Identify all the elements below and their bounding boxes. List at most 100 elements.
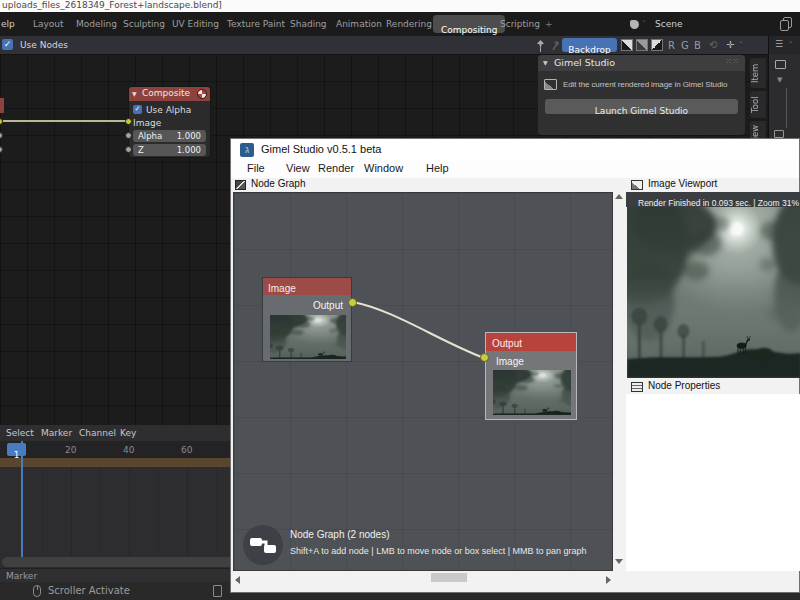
scene-droplet-icon[interactable] (630, 20, 639, 29)
gimel-menu-view[interactable]: View (286, 162, 310, 174)
channel-g-label[interactable]: G (681, 40, 689, 51)
socket-in-alpha[interactable] (125, 132, 132, 139)
filter-icon[interactable]: ☰ (775, 39, 783, 49)
image-icon-2[interactable] (636, 39, 648, 51)
gridline (216, 467, 217, 556)
gimel-menu-render[interactable]: Render (318, 162, 354, 174)
output-node-thumbnail (493, 370, 571, 415)
output-node-header[interactable]: Output (486, 333, 576, 351)
panel-grip-icon[interactable]: ⁙⁙ (726, 57, 739, 66)
node-properties-icon (631, 382, 643, 392)
hscroll-thumb[interactable] (431, 573, 467, 582)
timeline-menu-marker[interactable]: Marker (41, 428, 72, 438)
hscroll-left-arrow[interactable] (235, 576, 240, 584)
use-alpha-checkbox[interactable]: ✓ (133, 105, 142, 114)
tab-animation[interactable]: Animation (336, 19, 382, 29)
channel-b-label[interactable]: B (694, 40, 701, 51)
gimel-titlebar[interactable]: ג Gimel Studio v0.5.1 beta (231, 139, 799, 161)
gizmo-icon[interactable]: ✛ (726, 39, 734, 50)
refresh-icon[interactable]: ⟲ (709, 39, 717, 50)
pin-icon[interactable] (535, 39, 546, 52)
socket-in-image[interactable] (125, 118, 132, 125)
gridline (100, 467, 101, 556)
use-nodes-label[interactable]: Use Nodes (20, 40, 68, 50)
gimel-image-node[interactable]: Image Output (262, 277, 352, 362)
file-icon (213, 585, 222, 597)
playhead-line[interactable] (21, 441, 23, 557)
outliner-region: ☰ ˅ ▼ (768, 36, 800, 140)
image-node-output-socket[interactable] (348, 298, 357, 307)
render-layers-node-sliver[interactable] (0, 97, 5, 114)
tab-shading[interactable]: Shading (290, 19, 327, 29)
node-graph-tab-icon (235, 180, 246, 190)
channel-r-label[interactable]: R (668, 40, 675, 51)
outliner-header: ☰ ˅ (769, 36, 800, 54)
image-node-output-label: Output (313, 300, 343, 311)
filter-dropdown-arrow[interactable]: ˅ (789, 41, 793, 49)
gimel-menu-file[interactable]: File (247, 162, 265, 174)
backdrop-button[interactable]: Backdrop (562, 38, 617, 52)
image-viewport-label[interactable]: Image Viewport (648, 178, 717, 189)
tab-uv-editing[interactable]: UV Editing (172, 19, 219, 29)
gridline (187, 467, 188, 556)
tab-texture-paint[interactable]: Texture Paint (227, 19, 285, 29)
image-node-header[interactable]: Image (263, 278, 351, 295)
node-properties-label[interactable]: Node Properties (648, 380, 720, 391)
timeline-menu-key[interactable]: Key (120, 428, 136, 438)
image-icon-1[interactable] (621, 39, 633, 51)
image-icon-3[interactable] (651, 39, 663, 51)
unlink-icon[interactable] (550, 39, 561, 52)
tab-compositing-active[interactable]: Compositing (433, 15, 505, 33)
vscroll-down-arrow[interactable] (615, 559, 623, 564)
gimel-window: ג Gimel Studio v0.5.1 beta File View Ren… (230, 138, 800, 593)
tab-sculpting[interactable]: Sculpting (123, 19, 165, 29)
use-nodes-checkbox[interactable]: ✓ (2, 39, 13, 50)
sidebar-tab-tool[interactable]: Tool (750, 91, 766, 118)
gimel-output-node[interactable]: Output Image (485, 332, 577, 420)
panel-collapse-icon[interactable]: ▼ (543, 59, 548, 66)
outliner-object-icon[interactable] (774, 130, 784, 138)
tab-rendering[interactable]: Rendering (386, 19, 432, 29)
node-graph-status-title: Node Graph (2 nodes) (290, 529, 390, 540)
current-frame-badge[interactable]: 1 (7, 443, 26, 456)
gridline (158, 467, 159, 556)
composite-node[interactable]: ▼ Composite ✓ Use Alpha Image Alpha 1.00… (128, 86, 211, 158)
node-graph-tab-label[interactable]: Node Graph (251, 178, 305, 189)
scene-name[interactable]: Scene (655, 19, 682, 29)
socket-in-z[interactable] (125, 146, 132, 153)
tab-scripting[interactable]: Scripting (500, 19, 540, 29)
menu-help-partial[interactable]: elp (1, 19, 15, 29)
collection-icon[interactable] (775, 60, 786, 69)
z-slider[interactable]: Z 1.000 (133, 144, 206, 156)
output-node-image-label: Image (496, 356, 524, 367)
composite-node-header[interactable]: ▼ Composite (129, 87, 210, 101)
tab-layout[interactable]: Layout (33, 19, 64, 29)
new-scene-icon[interactable] (780, 20, 789, 31)
vscroll-up-arrow[interactable] (615, 194, 623, 199)
timeline-menu-select[interactable]: Select (6, 428, 34, 438)
gizmo-dropdown-arrow[interactable]: ˅ (739, 41, 743, 49)
gimel-menu-help[interactable]: Help (426, 162, 449, 174)
alpha-slider[interactable]: Alpha 1.000 (133, 130, 206, 142)
rendered-image (627, 207, 800, 378)
gridline (129, 467, 130, 556)
gimel-menu-window[interactable]: Window (364, 162, 403, 174)
timeline-menu-channel[interactable]: Channel (79, 428, 116, 438)
launch-gimel-button[interactable]: Launch Gimel Studio (545, 99, 738, 114)
node-graph-status-hint: Shift+A to add node | LMB to move node o… (290, 546, 587, 556)
render-status-bar: Render Finished in 0.093 sec. | Zoom 31% (626, 192, 800, 207)
image-viewport-icon (631, 180, 643, 190)
image-input-label: Image (133, 118, 161, 128)
scene-dropdown-arrow[interactable]: ˅ (642, 20, 646, 28)
hscroll-right-arrow[interactable] (606, 576, 611, 584)
collapse-arrow-icon[interactable]: ▼ (132, 90, 137, 97)
sidebar-tab-item[interactable]: Item (750, 58, 766, 88)
gimel-panel-header[interactable]: ▼ Gimel Studio ⁙⁙ (538, 55, 745, 71)
node-editor-header: ✓ Use Nodes Backdrop R G B ⟲ ✛ ˅ (0, 36, 800, 54)
node-graph-canvas[interactable]: Image Output Output Image (233, 192, 613, 571)
wire-compositor (3, 120, 127, 122)
outliner-expand-arrow[interactable]: ▼ (777, 76, 782, 84)
tab-modeling[interactable]: Modeling (76, 19, 117, 29)
output-node-input-socket[interactable] (480, 353, 489, 362)
tab-add-workspace[interactable]: + (545, 19, 553, 29)
